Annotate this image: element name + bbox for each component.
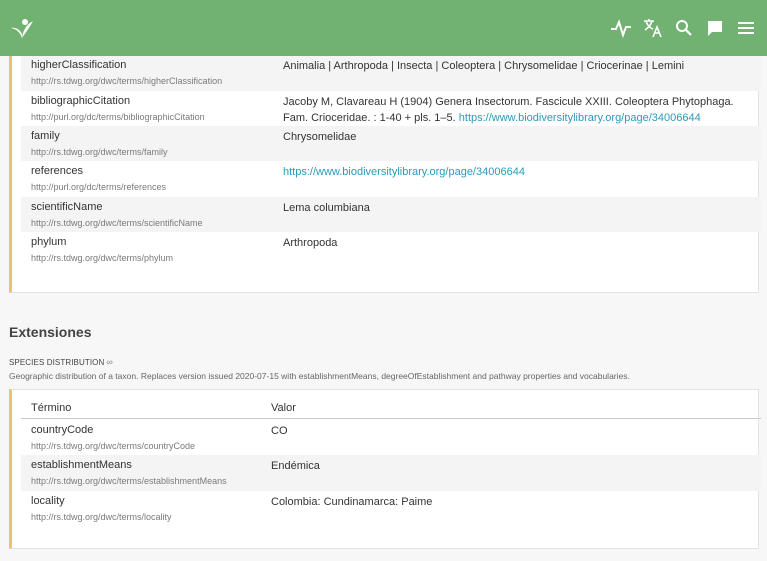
translate-icon[interactable]	[641, 16, 665, 40]
term-value: Colombia: Cundinamarca: Paime	[271, 496, 433, 508]
table-header: Término Valor	[21, 399, 761, 419]
term-uri: http://rs.tdwg.org/dwc/terms/scientificN…	[31, 218, 203, 228]
term-value: Arthropoda	[283, 237, 338, 249]
menu-icon[interactable]	[734, 16, 758, 40]
table-row: locality http://rs.tdwg.org/dwc/terms/lo…	[21, 491, 761, 526]
references-link[interactable]: https://www.biodiversitylibrary.org/page…	[283, 166, 525, 178]
term-name: references	[31, 165, 83, 177]
term-uri: http://rs.tdwg.org/dwc/terms/higherClass…	[31, 76, 223, 86]
table-row: bibliographicCitation http://purl.org/dc…	[21, 91, 761, 126]
table-row: references http://purl.org/dc/terms/refe…	[21, 161, 761, 197]
term-value: Chrysomelidae	[283, 131, 357, 143]
term-name: bibliographicCitation	[31, 95, 131, 107]
extensions-heading: Extensiones	[9, 324, 92, 340]
term-uri: http://rs.tdwg.org/dwc/terms/phylum	[31, 253, 174, 263]
term-name: higherClassification	[31, 59, 127, 71]
extension-name[interactable]: SPECIES DISTRIBUTION ∞	[9, 357, 113, 367]
term-value: Animalia | Arthropoda | Insecta | Coleop…	[283, 60, 685, 72]
extension-description: Geographic distribution of a taxon. Repl…	[9, 371, 630, 381]
table-row: family http://rs.tdwg.org/dwc/terms/fami…	[21, 126, 761, 161]
link-icon[interactable]: ∞	[106, 357, 113, 367]
term-uri: http://rs.tdwg.org/dwc/terms/locality	[31, 512, 172, 522]
extension-table-card: Término Valor countryCode http://rs.tdwg…	[9, 389, 761, 549]
term-value: Jacoby M, Clavareau H (1904) Genera Inse…	[283, 94, 753, 126]
table-row: phylum http://rs.tdwg.org/dwc/terms/phyl…	[21, 232, 761, 268]
term-name: locality	[31, 495, 65, 507]
term-uri: http://rs.tdwg.org/dwc/terms/family	[31, 147, 168, 157]
extension-name-label[interactable]: SPECIES DISTRIBUTION	[9, 358, 104, 367]
term-name: scientificName	[31, 201, 103, 213]
citation-text: Jacoby M, Clavareau H (1904) Genera Inse…	[283, 96, 734, 108]
table-row: establishmentMeans http://rs.tdwg.org/dw…	[21, 455, 761, 491]
verbatim-terms-card: higherClassification http://rs.tdwg.org/…	[9, 40, 761, 293]
term-name: family	[31, 130, 60, 142]
citation-link[interactable]: https://www.biodiversitylibrary.org/page…	[459, 112, 701, 124]
term-value: CO	[271, 425, 288, 437]
activity-icon[interactable]	[609, 16, 633, 40]
column-header-term: Término	[31, 402, 72, 414]
term-uri: http://rs.tdwg.org/dwc/terms/establishme…	[31, 476, 227, 486]
table-row: scientificName http://rs.tdwg.org/dwc/te…	[21, 197, 761, 232]
feedback-icon[interactable]	[703, 16, 727, 40]
top-app-bar	[0, 0, 767, 56]
table-row: higherClassification http://rs.tdwg.org/…	[21, 55, 761, 91]
term-uri: http://rs.tdwg.org/dwc/terms/countryCode	[31, 441, 196, 451]
term-value: Endémica	[271, 460, 320, 472]
column-header-value: Valor	[271, 402, 296, 414]
table-row: countryCode http://rs.tdwg.org/dwc/terms…	[21, 420, 761, 455]
term-name: countryCode	[31, 424, 94, 436]
term-uri: http://purl.org/dc/terms/bibliographicCi…	[31, 112, 205, 122]
citation-text: Fam. Crioceridae. : 1-40 + pls. 1–5.	[283, 112, 456, 124]
search-icon[interactable]	[672, 16, 696, 40]
term-uri: http://purl.org/dc/terms/references	[31, 182, 167, 192]
gbif-leaf-logo-icon[interactable]	[10, 18, 34, 40]
term-value: Lema columbiana	[283, 202, 370, 214]
term-value: https://www.biodiversitylibrary.org/page…	[283, 164, 753, 180]
term-name: phylum	[31, 236, 67, 248]
term-name: establishmentMeans	[31, 459, 132, 471]
